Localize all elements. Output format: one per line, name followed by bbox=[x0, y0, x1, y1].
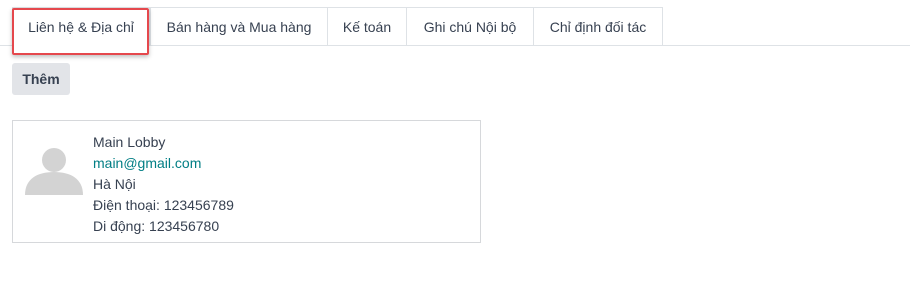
tab-sales-purchase[interactable]: Bán hàng và Mua hàng bbox=[150, 7, 328, 45]
tab-accounting[interactable]: Kế toán bbox=[327, 7, 407, 45]
tab-contacts-addresses[interactable]: Liên hệ & Địa chỉ bbox=[12, 7, 150, 46]
contact-card[interactable]: Main Lobby main@gmail.com Hà Nội Điện th… bbox=[12, 120, 481, 243]
contact-details: Main Lobby main@gmail.com Hà Nội Điện th… bbox=[93, 132, 234, 237]
contact-city: Hà Nội bbox=[93, 176, 136, 192]
tab-label: Liên hệ & Địa chỉ bbox=[28, 19, 134, 35]
tab-internal-notes[interactable]: Ghi chú Nội bộ bbox=[406, 7, 534, 45]
contact-phone: Điện thoại: 123456789 bbox=[93, 197, 234, 213]
tab-label: Ghi chú Nội bộ bbox=[423, 18, 517, 35]
tab-label: Bán hàng và Mua hàng bbox=[166, 18, 312, 35]
tab-label: Kế toán bbox=[342, 18, 392, 35]
contact-email[interactable]: main@gmail.com bbox=[93, 153, 234, 174]
tab-bar: Liên hệ & Địa chỉ Bán hàng và Mua hàng K… bbox=[0, 0, 910, 46]
contact-mobile: Di động: 123456780 bbox=[93, 218, 220, 234]
add-button[interactable]: Thêm bbox=[12, 63, 70, 95]
tab-label: Chỉ định đối tác bbox=[549, 18, 647, 35]
contact-name: Main Lobby bbox=[93, 134, 166, 150]
user-placeholder-icon bbox=[25, 148, 83, 195]
tab-partner-assignment[interactable]: Chỉ định đối tác bbox=[533, 7, 663, 45]
